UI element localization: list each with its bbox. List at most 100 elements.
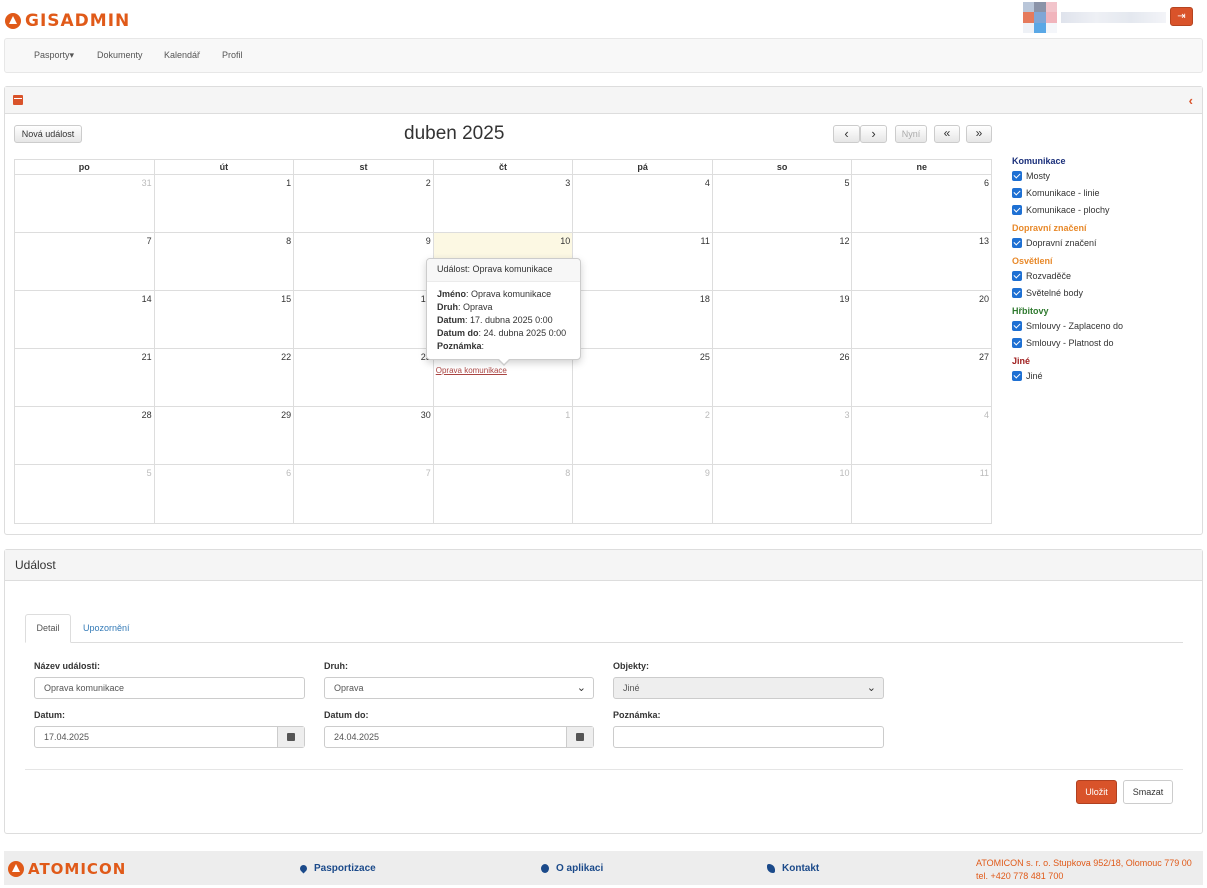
- calendar-day[interactable]: 22: [155, 349, 295, 406]
- event-type-select[interactable]: Oprava ⌄: [324, 677, 594, 699]
- address-line: ATOMICON s. r. o. Stupkova 952/18, Olomo…: [976, 858, 1192, 868]
- calendar-day[interactable]: 23: [294, 349, 434, 406]
- nav-profil[interactable]: Profil: [222, 50, 243, 60]
- filter-item[interactable]: Komunikace - linie: [1012, 184, 1197, 201]
- date-to-input[interactable]: 24.04.2025: [324, 726, 594, 748]
- filter-checkbox[interactable]: [1012, 170, 1022, 181]
- calendar-day[interactable]: 11: [573, 233, 713, 290]
- calendar-day[interactable]: 5: [713, 175, 853, 232]
- footer-link-about[interactable]: O aplikaci: [541, 863, 603, 874]
- calendar-day[interactable]: 11: [852, 465, 991, 523]
- chevron-left-icon[interactable]: ‹: [1189, 93, 1193, 108]
- popover-row-label: Datum: [437, 315, 466, 325]
- next-year-button[interactable]: »: [966, 125, 992, 143]
- calendar-day[interactable]: 10: [713, 465, 853, 523]
- gisadmin-logo[interactable]: GISADMIN: [5, 11, 130, 31]
- calendar-day[interactable]: 4: [852, 407, 991, 464]
- calendar-day[interactable]: 8: [155, 233, 295, 290]
- day-number: 9: [425, 236, 431, 246]
- prev-year-button[interactable]: «: [934, 125, 960, 143]
- date-to-picker-button[interactable]: [566, 727, 593, 747]
- calendar-day[interactable]: 7: [15, 233, 155, 290]
- filter-checkbox[interactable]: [1012, 204, 1022, 215]
- filter-checkbox[interactable]: [1012, 237, 1022, 248]
- form-divider: [25, 769, 1183, 770]
- filter-item[interactable]: Dopravní značení: [1012, 234, 1197, 251]
- calendar-day[interactable]: 18: [573, 291, 713, 348]
- calendar-day[interactable]: 2: [573, 407, 713, 464]
- calendar-day[interactable]: 31: [15, 175, 155, 232]
- tab-detail[interactable]: Detail: [25, 614, 71, 643]
- calendar-event[interactable]: Oprava komunikace: [436, 366, 507, 375]
- calendar-day[interactable]: 3: [713, 407, 853, 464]
- weekday-label: pá: [573, 160, 713, 174]
- calendar-day[interactable]: 2: [294, 175, 434, 232]
- save-button[interactable]: Uložit: [1076, 780, 1117, 804]
- calendar-day[interactable]: 12: [713, 233, 853, 290]
- filter-checkbox[interactable]: [1012, 320, 1022, 331]
- logout-button[interactable]: ⇥: [1170, 7, 1193, 26]
- filter-checkbox[interactable]: [1012, 287, 1022, 298]
- calendar-day[interactable]: 9: [294, 233, 434, 290]
- calendar-day[interactable]: 16: [294, 291, 434, 348]
- calendar-day[interactable]: 15: [155, 291, 295, 348]
- prev-month-button[interactable]: ‹: [833, 125, 860, 143]
- filter-item[interactable]: Světelné body: [1012, 284, 1197, 301]
- footer-link-pasportizace[interactable]: Pasportizace: [298, 863, 376, 874]
- filter-item[interactable]: Mosty: [1012, 167, 1197, 184]
- delete-button[interactable]: Smazat: [1123, 780, 1173, 804]
- event-name-input[interactable]: Oprava komunikace: [34, 677, 305, 699]
- date-picker-button[interactable]: [277, 727, 304, 747]
- calendar-day[interactable]: 6: [852, 175, 991, 232]
- calendar-day[interactable]: 26: [713, 349, 853, 406]
- new-event-button[interactable]: Nová událost: [14, 125, 82, 143]
- calendar-day[interactable]: 30: [294, 407, 434, 464]
- filter-checkbox[interactable]: [1012, 337, 1022, 348]
- popover-row: Poznámka:: [437, 340, 570, 353]
- calendar-day[interactable]: 20: [852, 291, 991, 348]
- calendar-day[interactable]: 21: [15, 349, 155, 406]
- calendar-day[interactable]: 8: [434, 465, 574, 523]
- calendar-day[interactable]: 29: [155, 407, 295, 464]
- calendar-day[interactable]: 27: [852, 349, 991, 406]
- nav-pasporty[interactable]: Pasporty▾: [34, 50, 74, 61]
- avatar[interactable]: [1023, 2, 1057, 33]
- calendar-day[interactable]: 3: [434, 175, 574, 232]
- objects-select[interactable]: Jiné ⌄: [613, 677, 884, 699]
- today-button[interactable]: Nyní: [895, 125, 927, 143]
- calendar-day[interactable]: 5: [15, 465, 155, 523]
- calendar-day[interactable]: 4: [573, 175, 713, 232]
- calendar-day[interactable]: 28: [15, 407, 155, 464]
- filter-checkbox[interactable]: [1012, 370, 1022, 381]
- day-number: 1: [286, 178, 292, 188]
- logout-icon: ⇥: [1177, 11, 1186, 22]
- filter-checkbox[interactable]: [1012, 187, 1022, 198]
- nav-kalendar[interactable]: Kalendář: [164, 50, 200, 60]
- user-name[interactable]: [1061, 12, 1166, 23]
- filter-item[interactable]: Jiné: [1012, 367, 1197, 384]
- filter-item[interactable]: Rozvaděče: [1012, 267, 1197, 284]
- calendar-day[interactable]: 9: [573, 465, 713, 523]
- note-input[interactable]: [613, 726, 884, 748]
- calendar-day[interactable]: 25: [573, 349, 713, 406]
- tab-notifications[interactable]: Upozornění: [83, 623, 130, 633]
- day-number: 28: [141, 410, 152, 420]
- calendar-day[interactable]: 7: [294, 465, 434, 523]
- filter-checkbox[interactable]: [1012, 270, 1022, 281]
- next-month-button[interactable]: ›: [860, 125, 887, 143]
- calendar-day[interactable]: 19: [713, 291, 853, 348]
- calendar-week: 28 29 30 1 2 3 4: [15, 407, 991, 465]
- calendar-day[interactable]: 14: [15, 291, 155, 348]
- nav-dokumenty[interactable]: Dokumenty: [97, 50, 143, 60]
- day-number: 18: [699, 294, 710, 304]
- filter-item[interactable]: Smlouvy - Platnost do: [1012, 334, 1197, 351]
- filter-item[interactable]: Smlouvy - Zaplaceno do: [1012, 317, 1197, 334]
- calendar-day[interactable]: 1: [434, 407, 574, 464]
- atomicon-logo[interactable]: ATOMICON: [8, 860, 126, 878]
- date-input[interactable]: 17.04.2025: [34, 726, 305, 748]
- footer-link-contact[interactable]: Kontakt: [767, 863, 819, 874]
- calendar-day[interactable]: 1: [155, 175, 295, 232]
- filter-item[interactable]: Komunikace - plochy: [1012, 201, 1197, 218]
- calendar-day[interactable]: 13: [852, 233, 991, 290]
- calendar-day[interactable]: 6: [155, 465, 295, 523]
